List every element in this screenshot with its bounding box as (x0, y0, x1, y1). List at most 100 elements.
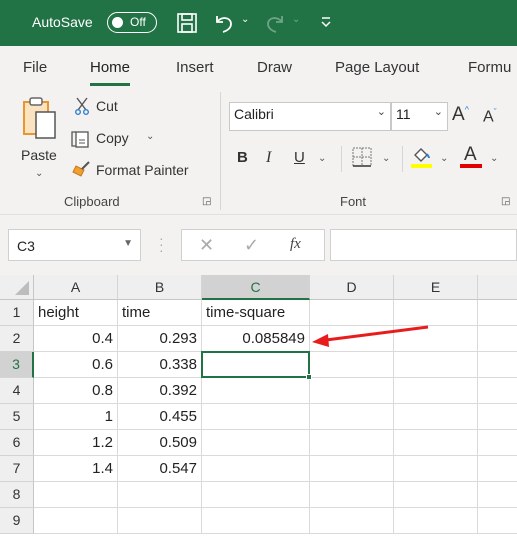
borders-dropdown-icon[interactable]: ⌄ (382, 153, 390, 164)
paste-dropdown-icon[interactable]: ⌄ (35, 168, 43, 179)
tab-home[interactable]: Home (90, 59, 131, 86)
cell-c6[interactable] (202, 430, 310, 456)
cancel-icon[interactable]: ✕ (199, 235, 214, 256)
cell-a3[interactable]: 0.6 (34, 352, 118, 378)
copy-dropdown-icon[interactable]: ⌄ (146, 131, 154, 142)
tab-file[interactable]: File (23, 59, 47, 76)
font-dialog-launcher-icon[interactable]: ◲ (501, 196, 510, 207)
cell-b5[interactable]: 0.455 (118, 404, 202, 430)
tab-page-layout[interactable]: Page Layout (335, 59, 419, 76)
cell-f7[interactable] (478, 456, 517, 482)
borders-icon[interactable] (351, 146, 373, 168)
cell-e2[interactable] (394, 326, 478, 352)
cell-a8[interactable] (34, 482, 118, 508)
cell-b4[interactable]: 0.392 (118, 378, 202, 404)
cell-f6[interactable] (478, 430, 517, 456)
clipboard-dialog-launcher-icon[interactable]: ◲ (202, 196, 211, 207)
row-header-5[interactable]: 5 (0, 404, 34, 430)
cell-c7[interactable] (202, 456, 310, 482)
undo-dropdown-icon[interactable]: ⌄ (241, 14, 249, 25)
fill-color-icon[interactable] (410, 145, 434, 169)
cell-f8[interactable] (478, 482, 517, 508)
cell-a2[interactable]: 0.4 (34, 326, 118, 352)
column-header-e[interactable]: E (394, 275, 478, 300)
copy-button[interactable]: Copy ⌄ (70, 128, 160, 150)
cell-b9[interactable] (118, 508, 202, 534)
row-header-1[interactable]: 1 (0, 300, 34, 326)
underline-button[interactable]: U (294, 149, 305, 166)
cell-c1[interactable]: time-square (202, 300, 310, 326)
italic-button[interactable]: I (266, 149, 271, 167)
increase-font-size-icon[interactable]: A^ (452, 104, 469, 126)
cut-button[interactable]: Cut (72, 96, 132, 118)
cell-a5[interactable]: 1 (34, 404, 118, 430)
column-header-c[interactable]: C (202, 275, 310, 300)
autosave-toggle[interactable]: Off (107, 12, 157, 33)
cell-f5[interactable] (478, 404, 517, 430)
cell-d9[interactable] (310, 508, 394, 534)
cell-d2[interactable] (310, 326, 394, 352)
column-header-f[interactable] (478, 275, 517, 300)
cell-c4[interactable] (202, 378, 310, 404)
cell-a1[interactable]: height (34, 300, 118, 326)
cell-f1[interactable] (478, 300, 517, 326)
font-size-combo[interactable]: 11 ⌄ (391, 102, 448, 131)
font-color-button[interactable]: A (460, 144, 484, 170)
cell-d8[interactable] (310, 482, 394, 508)
cell-c2[interactable]: 0.085849 (202, 326, 310, 352)
undo-icon[interactable] (213, 12, 235, 34)
fill-color-dropdown-icon[interactable]: ⌄ (440, 153, 448, 164)
cell-f3[interactable] (478, 352, 517, 378)
cell-f2[interactable] (478, 326, 517, 352)
format-painter-button[interactable]: Format Painter (70, 160, 205, 182)
row-header-4[interactable]: 4 (0, 378, 34, 404)
customize-toolbar-icon[interactable] (320, 16, 332, 28)
tab-formulas[interactable]: Formu (468, 59, 511, 76)
cell-c3[interactable] (202, 352, 310, 378)
cell-c8[interactable] (202, 482, 310, 508)
redo-icon[interactable] (264, 12, 286, 34)
resize-handle-icon[interactable]: · · · (159, 231, 164, 257)
cell-a6[interactable]: 1.2 (34, 430, 118, 456)
decrease-font-size-icon[interactable]: Aˇ (483, 107, 497, 126)
tab-draw[interactable]: Draw (257, 59, 292, 76)
column-header-b[interactable]: B (118, 275, 202, 300)
row-header-9[interactable]: 9 (0, 508, 34, 534)
font-name-combo[interactable]: Calibri ⌄ (229, 102, 391, 131)
cell-e4[interactable] (394, 378, 478, 404)
cell-f9[interactable] (478, 508, 517, 534)
cell-a4[interactable]: 0.8 (34, 378, 118, 404)
column-header-a[interactable]: A (34, 275, 118, 300)
tab-insert[interactable]: Insert (176, 59, 214, 76)
cell-e1[interactable] (394, 300, 478, 326)
cell-b8[interactable] (118, 482, 202, 508)
select-all-button[interactable] (0, 275, 34, 300)
insert-function-icon[interactable]: fx (290, 236, 301, 253)
cell-e3[interactable] (394, 352, 478, 378)
redo-dropdown-icon[interactable]: ⌄ (292, 14, 300, 25)
enter-check-icon[interactable]: ✓ (244, 235, 259, 256)
cell-e5[interactable] (394, 404, 478, 430)
row-header-8[interactable]: 8 (0, 482, 34, 508)
cell-e6[interactable] (394, 430, 478, 456)
cell-d1[interactable] (310, 300, 394, 326)
cell-b2[interactable]: 0.293 (118, 326, 202, 352)
cell-b1[interactable]: time (118, 300, 202, 326)
bold-button[interactable]: B (237, 149, 248, 166)
cell-a7[interactable]: 1.4 (34, 456, 118, 482)
row-header-3[interactable]: 3 (0, 352, 34, 378)
name-box[interactable]: C3 ▼ (8, 229, 141, 261)
cell-c9[interactable] (202, 508, 310, 534)
row-header-6[interactable]: 6 (0, 430, 34, 456)
cell-e8[interactable] (394, 482, 478, 508)
cell-d4[interactable] (310, 378, 394, 404)
cell-b6[interactable]: 0.509 (118, 430, 202, 456)
cell-b7[interactable]: 0.547 (118, 456, 202, 482)
cell-d3[interactable] (310, 352, 394, 378)
underline-dropdown-icon[interactable]: ⌄ (318, 153, 326, 164)
cell-d7[interactable] (310, 456, 394, 482)
formula-input[interactable] (330, 229, 517, 261)
cell-f4[interactable] (478, 378, 517, 404)
paste-button[interactable]: Paste ⌄ (18, 94, 62, 184)
cell-e7[interactable] (394, 456, 478, 482)
